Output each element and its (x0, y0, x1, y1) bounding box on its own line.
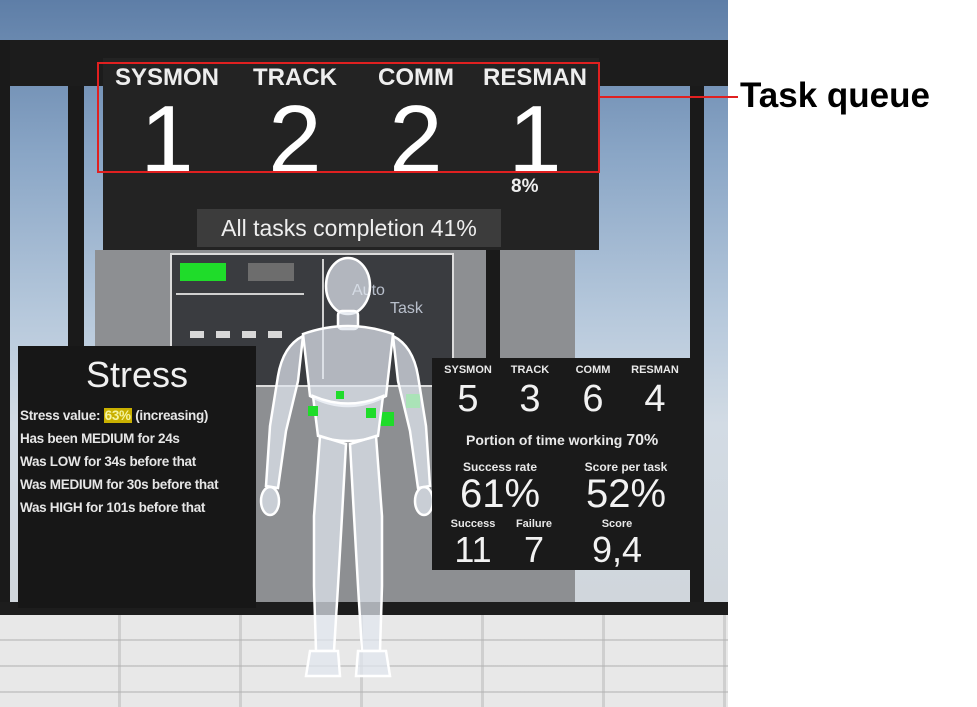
stats-column-value: 5 (457, 378, 479, 420)
frame-pillar-right (690, 86, 704, 606)
task-queue-annotation: Task queue (740, 76, 930, 115)
stress-history-line: Was HIGH for 101s before that (20, 500, 206, 515)
stats-column-label: TRACK (510, 364, 550, 376)
stress-title: Stress (85, 354, 189, 395)
stress-history-line: Was MEDIUM for 30s before that (20, 477, 219, 492)
time-working-label: Portion of time working (466, 432, 623, 448)
stats-column-label: COMM (575, 364, 611, 376)
all-tasks-completion: All tasks completion 41% (197, 209, 501, 247)
performance-stats-panel: SYSMON TRACK COMM RESMAN 5 3 6 4 Portion… (432, 358, 690, 570)
task-queue-pointer-line (600, 96, 738, 98)
vr-scene: Auto Task SYSMON 1 TRACK 2 COMM 2 RESMAN… (0, 0, 728, 707)
frame-pillar (486, 250, 500, 365)
time-working-line: Portion of time working 70% (466, 432, 658, 450)
success-rate-value: 61% (459, 472, 541, 516)
avatar-figure (259, 256, 435, 678)
stress-history-line: Has been MEDIUM for 24s (20, 431, 180, 446)
stats-column-value: 4 (644, 378, 666, 420)
success-value: 11 (454, 529, 492, 570)
score-per-task-value: 52% (585, 472, 667, 516)
console-bar (242, 331, 256, 338)
failure-value: 7 (523, 529, 545, 570)
stats-column-value: 6 (582, 378, 604, 420)
stress-history-line: Was LOW for 34s before that (20, 454, 196, 469)
stress-value-label: Stress value: (20, 408, 101, 423)
stress-value-line: Stress value: 63% (increasing) (20, 408, 208, 423)
console-bar (216, 331, 230, 338)
frame-pillar-left (0, 40, 10, 630)
console-bar (190, 331, 204, 338)
task-queue-highlight-box (97, 62, 600, 173)
stats-column-label: SYSMON (444, 364, 492, 376)
time-working-value: 70% (626, 432, 659, 449)
green-indicator (180, 263, 226, 281)
stress-value: 63% (103, 408, 132, 423)
stress-panel: Stress Stress value: 63% (increasing) Ha… (18, 346, 256, 608)
stats-column-value: 3 (519, 378, 541, 420)
score-value: 9,4 (591, 529, 643, 570)
stress-trend: (increasing) (135, 408, 209, 423)
resman-progress: 8% (511, 176, 539, 197)
stats-column-label: RESMAN (631, 364, 679, 376)
